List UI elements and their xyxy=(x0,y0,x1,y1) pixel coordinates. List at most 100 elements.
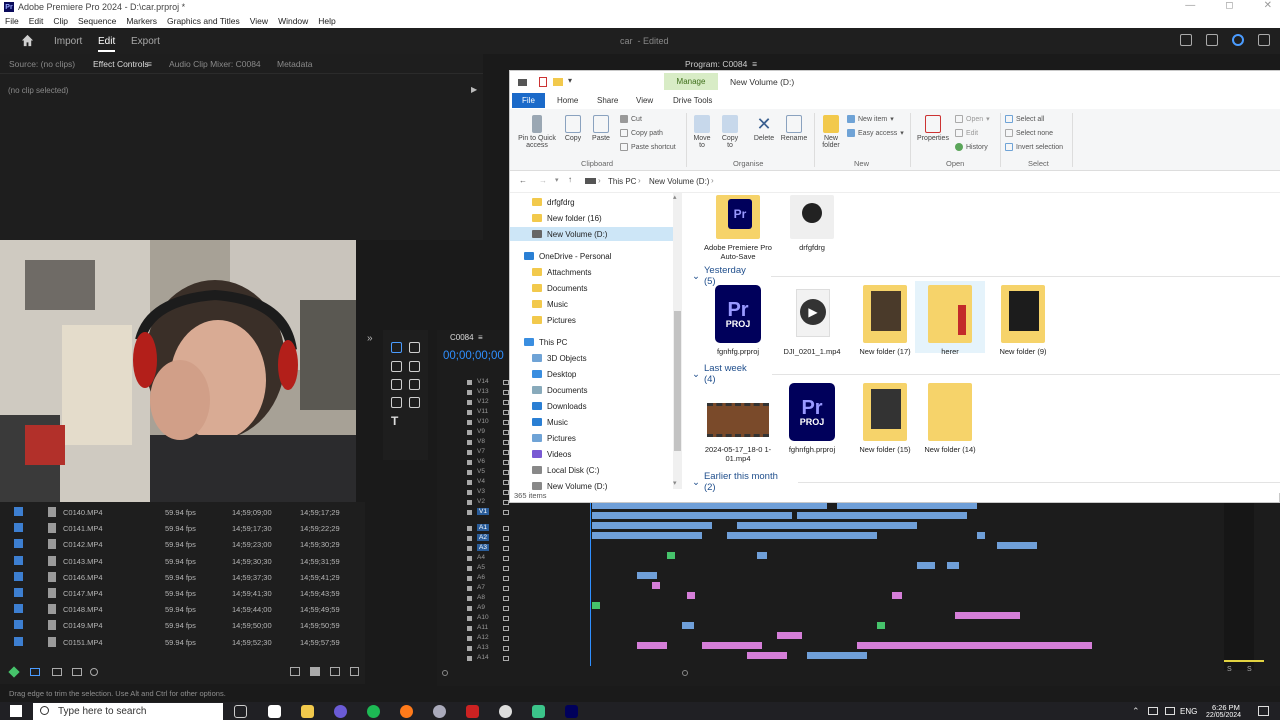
lock-icon[interactable] xyxy=(467,390,472,395)
timeline-clip[interactable] xyxy=(892,642,1092,649)
tab-metadata[interactable]: Metadata xyxy=(277,59,312,69)
track-label[interactable]: V9 xyxy=(477,428,485,435)
tab-audio-clip-mixer[interactable]: Audio Clip Mixer: C0084 xyxy=(169,59,261,69)
lock-icon[interactable] xyxy=(467,470,472,475)
timeline-clip[interactable] xyxy=(667,502,827,509)
nav-item-pc-1[interactable]: Desktop xyxy=(532,367,576,381)
nav-item-pc-3[interactable]: Downloads xyxy=(532,399,587,413)
lock-icon[interactable] xyxy=(467,606,472,611)
sequence-tab[interactable]: C0084 ≡ xyxy=(450,333,483,342)
file-item-new-folder-15[interactable]: New folder (15) xyxy=(850,383,920,454)
quick-export-icon[interactable] xyxy=(1180,34,1192,46)
timeline-clip[interactable] xyxy=(877,622,885,629)
label-color-swatch[interactable] xyxy=(14,588,23,597)
tab-home[interactable]: Home xyxy=(557,96,578,105)
edit-button[interactable]: Edit xyxy=(955,129,978,137)
new-folder-quick-icon[interactable] xyxy=(553,78,563,86)
group-header-yesterday[interactable]: ⌄ Yesterday (5) xyxy=(692,265,1280,287)
select-none-button[interactable]: Select none xyxy=(1005,129,1053,137)
lock-icon[interactable] xyxy=(467,586,472,591)
track-toggle-icon[interactable] xyxy=(503,526,509,531)
minimize-icon[interactable]: — xyxy=(1185,0,1195,11)
track-toggle-icon[interactable] xyxy=(503,556,509,561)
track-label[interactable]: A12 xyxy=(477,634,489,641)
breadcrumb-chevron-icon[interactable]: › xyxy=(638,176,641,185)
nav-item-this-pc[interactable]: This PC xyxy=(524,335,567,349)
track-toggle-icon[interactable] xyxy=(503,636,509,641)
premiere-taskbar-icon[interactable] xyxy=(565,705,578,718)
timeline-clip[interactable] xyxy=(807,652,867,659)
nav-item-onedrive-1[interactable]: Documents xyxy=(532,281,587,295)
recent-dropdown-icon[interactable]: ▾ xyxy=(555,176,559,184)
bin-row[interactable]: C0149.MP4 59.94 fps 14;59;50;00 14;59;50;59 xyxy=(0,617,365,633)
pen-tool-icon[interactable] xyxy=(409,379,420,390)
timeline-clip[interactable] xyxy=(997,542,1037,549)
nav-item-pc-4[interactable]: Music xyxy=(532,415,568,429)
select-all-button[interactable]: Select all xyxy=(1005,115,1044,123)
lock-icon[interactable] xyxy=(467,380,472,385)
lock-icon[interactable] xyxy=(467,596,472,601)
taskbar-search-box[interactable]: Type here to search xyxy=(33,703,223,720)
new-folder-button[interactable]: New folder xyxy=(817,115,845,149)
track-toggle-icon[interactable] xyxy=(503,596,509,601)
workspace-edit[interactable]: Edit xyxy=(98,36,116,52)
file-item-fghnfgh[interactable]: Pr PROJ fghnfgh.prproj xyxy=(777,383,847,454)
lock-icon[interactable] xyxy=(467,636,472,641)
file-item-recording[interactable]: 2024-05-17_18-0 1-01.mp4 xyxy=(696,383,780,463)
track-label[interactable]: V10 xyxy=(477,418,489,425)
program-menu-icon[interactable]: ≡ xyxy=(752,59,757,69)
group-header-earlier[interactable]: ⌄ Earlier this month (2) xyxy=(692,471,1280,493)
lock-icon[interactable] xyxy=(467,420,472,425)
timeline-clip[interactable] xyxy=(637,642,667,649)
lock-icon[interactable] xyxy=(467,626,472,631)
timeline-clip[interactable] xyxy=(682,622,694,629)
scroll-up-icon[interactable]: ▴ xyxy=(673,193,682,201)
nav-item-onedrive-0[interactable]: Attachments xyxy=(532,265,591,279)
zoom-slider-handle[interactable] xyxy=(90,668,98,676)
nav-item-new-volume[interactable]: New Volume (D:) xyxy=(510,227,673,241)
back-arrow-icon[interactable]: ← xyxy=(519,176,527,185)
new-bin-icon[interactable] xyxy=(310,667,320,676)
workspace-export[interactable]: Export xyxy=(131,36,160,47)
task-view-icon[interactable] xyxy=(234,705,247,718)
lock-icon[interactable] xyxy=(467,430,472,435)
track-label[interactable]: V12 xyxy=(477,398,489,405)
nav-item-onedrive-2[interactable]: Music xyxy=(532,297,568,311)
bin-row[interactable]: C0140.MP4 59.94 fps 14;59;09;00 14;59;17;29 xyxy=(0,504,365,520)
timeline-clip[interactable] xyxy=(592,522,712,529)
spotify-icon[interactable] xyxy=(367,705,380,718)
file-icon[interactable] xyxy=(268,705,281,718)
menu-sequence[interactable]: Sequence xyxy=(78,16,116,26)
timeline-clip[interactable] xyxy=(747,652,787,659)
pencil-icon[interactable] xyxy=(8,666,20,678)
breadcrumb-this-pc[interactable]: This PC xyxy=(608,177,636,186)
nav-item-new-folder-16[interactable]: New folder (16) xyxy=(532,211,602,225)
menu-file[interactable]: File xyxy=(5,16,19,26)
lock-icon[interactable] xyxy=(467,500,472,505)
track-label[interactable]: V3 xyxy=(477,488,485,495)
nav-item-pc-7[interactable]: Local Disk (C:) xyxy=(532,463,599,477)
track-label[interactable]: A6 xyxy=(477,574,485,581)
timeline-menu-icon[interactable]: ≡ xyxy=(478,333,483,342)
track-label[interactable]: V5 xyxy=(477,468,485,475)
track-label[interactable]: V7 xyxy=(477,448,485,455)
properties-button[interactable]: Properties xyxy=(913,115,953,142)
menu-graphics[interactable]: Graphics and Titles xyxy=(167,16,240,26)
tray-app-icon[interactable] xyxy=(1148,707,1158,715)
tab-share[interactable]: Share xyxy=(597,96,618,105)
menu-view[interactable]: View xyxy=(250,16,268,26)
invert-selection-button[interactable]: Invert selection xyxy=(1005,143,1063,151)
track-toggle-icon[interactable] xyxy=(503,510,509,515)
track-label[interactable]: A10 xyxy=(477,614,489,621)
timeline-clip[interactable] xyxy=(837,502,977,509)
app-icon[interactable] xyxy=(499,705,512,718)
timeline-clip[interactable] xyxy=(955,612,1020,619)
file-item-dji-video[interactable]: ▶ DJI_0201_1.mp4 xyxy=(777,285,847,356)
track-label[interactable]: V11 xyxy=(477,408,488,415)
tab-effect-controls[interactable]: Effect Controls xyxy=(93,59,149,69)
track-label[interactable]: A7 xyxy=(477,584,485,591)
icon-view-icon[interactable] xyxy=(52,668,62,676)
bin-row[interactable]: C0142.MP4 59.94 fps 14;59;23;00 14;59;30;29 xyxy=(0,536,365,552)
nav-scrollbar-thumb[interactable] xyxy=(674,311,681,451)
bin-row[interactable]: C0141.MP4 59.94 fps 14;59;17;30 14;59;22;29 xyxy=(0,520,365,536)
